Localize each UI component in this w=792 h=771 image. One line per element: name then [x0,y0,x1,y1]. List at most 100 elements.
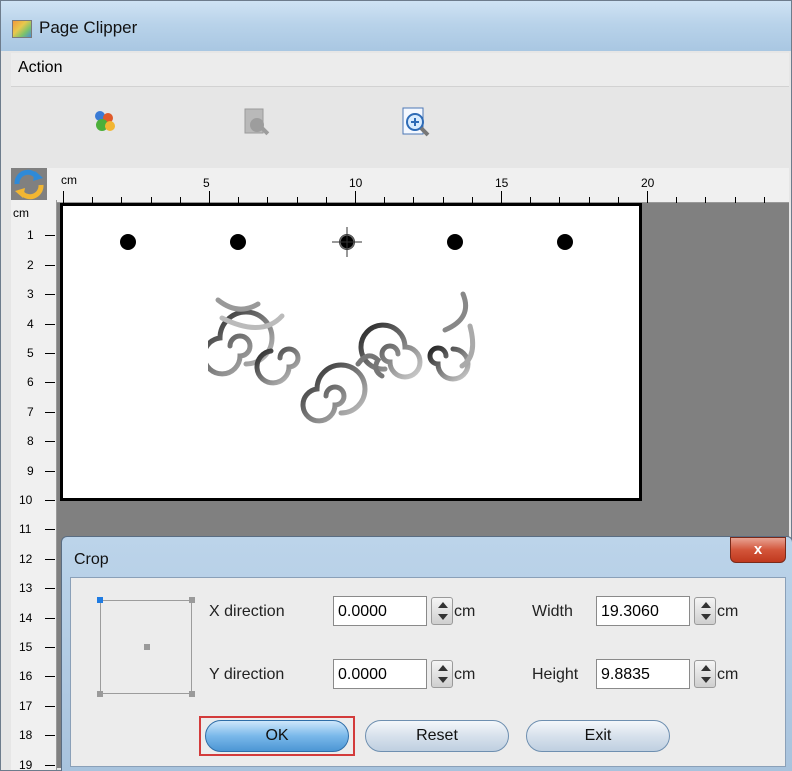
ruler-tick [45,705,55,707]
ruler-tick [45,500,55,501]
ruler-label: 12 [19,551,33,566]
window-title: Page Clipper [39,18,138,37]
ruler-label: 20 [641,176,655,190]
spin-down-icon[interactable] [701,614,711,620]
ruler-tick [45,323,55,325]
anchor-handle-center[interactable] [144,644,150,650]
ruler-tick [45,382,55,384]
spin-down-icon[interactable] [438,677,448,683]
refresh-icon[interactable] [11,168,47,200]
dialog-body: X direction 0.0000 cm Y direction 0.0000… [70,577,786,767]
x-direction-label: X direction [209,603,285,620]
ruler-label: 2 [27,257,34,272]
height-field[interactable]: 9.8835 [596,659,690,689]
ruler-tick [45,588,55,590]
x-direction-field[interactable]: 0.0000 [333,596,427,626]
reset-button[interactable]: Reset [365,720,509,752]
menu-bar: Action [11,53,789,87]
width-field[interactable]: 19.3060 [596,596,690,626]
exit-button[interactable]: Exit [526,720,670,752]
y-direction-field[interactable]: 0.0000 [333,659,427,689]
x-direction-spinner[interactable] [431,597,453,625]
ruler-label: 7 [27,404,34,419]
ruler-label: 3 [27,287,34,302]
anchor-handle-bottom-left[interactable] [97,691,103,697]
y-direction-label: Y direction [209,666,285,683]
width-label: Width [532,603,573,620]
ruler-label: 6 [27,375,34,390]
ruler-tick [676,197,678,203]
height-spinner[interactable] [694,660,716,688]
people-icon[interactable] [89,107,119,137]
ruler-label: 5 [27,346,34,360]
ruler-label: 10 [19,493,33,507]
ruler-tick [45,617,55,619]
spin-up-icon[interactable] [438,665,448,671]
marker-dot [557,234,573,250]
ruler-tick [45,529,55,531]
ruler-tick [763,197,765,203]
height-unit: cm [717,666,739,683]
ruler-tick [705,197,707,203]
ruler-label: 10 [349,176,363,190]
ruler-label: 11 [19,522,32,537]
toolbar [11,88,789,168]
ruler-tick [45,647,55,648]
ruler-label: 13 [19,581,33,596]
ruler-unit-label: cm [61,173,77,187]
spin-down-icon[interactable] [701,677,711,683]
spin-up-icon[interactable] [701,665,711,671]
crop-dialog: Crop x X direction 0.0000 cm Y direction… [61,536,792,771]
vertical-ruler: cm 1 2 3 4 5 6 7 8 9 10 11 12 13 14 15 16 17 18 19 [11,200,57,771]
ruler-tick [734,197,736,203]
menu-action[interactable]: Action [18,59,62,77]
ruler-label: 15 [19,640,33,654]
ruler-label: 4 [27,316,34,331]
ruler-tick [45,411,55,413]
spin-up-icon[interactable] [701,602,711,608]
horizontal-ruler: cm 5 10 15 20 [47,168,789,203]
ruler-label: 9 [27,463,34,478]
ruler-unit-label-vertical: cm [13,206,29,220]
ruler-label: 15 [495,176,509,190]
ruler-tick [45,735,55,737]
ruler-label: 16 [19,669,33,684]
ok-button[interactable]: OK [205,720,349,752]
zoom-in-icon[interactable] [399,106,430,137]
close-button[interactable]: x [730,537,786,563]
ruler-tick [45,764,55,766]
ruler-tick [45,264,55,266]
spin-up-icon[interactable] [438,602,448,608]
ruler-tick [45,558,55,560]
ruler-tick [501,191,502,203]
ruler-tick [45,235,55,237]
anchor-handle-top-right[interactable] [189,597,195,603]
ruler-tick [45,470,55,472]
ruler-tick [45,353,55,354]
y-direction-spinner[interactable] [431,660,453,688]
anchor-selector[interactable] [97,597,195,697]
ruler-label: 17 [19,698,33,713]
ruler-label: 18 [19,728,33,743]
ruler-label: 19 [19,757,33,771]
ruler-tick [647,191,648,203]
width-spinner[interactable] [694,597,716,625]
page-canvas[interactable] [60,203,642,501]
anchor-handle-bottom-right[interactable] [189,691,195,697]
ruler-label: 1 [27,228,34,243]
close-icon: x [753,541,763,558]
swirl-artwork [201,286,488,461]
ruler-tick [45,294,55,296]
title-bar[interactable]: Page Clipper [1,1,791,51]
width-unit: cm [717,603,739,620]
ruler-tick [45,676,55,678]
crosshair-icon [332,227,362,257]
dialog-title: Crop [74,551,109,568]
spin-down-icon[interactable] [438,614,448,620]
anchor-handle-top-left[interactable] [97,597,103,603]
app-icon [12,20,32,38]
y-direction-unit: cm [454,666,476,683]
zoom-out-disabled-icon[interactable] [241,107,271,137]
marker-dot [120,234,136,250]
ruler-tick [63,191,64,203]
